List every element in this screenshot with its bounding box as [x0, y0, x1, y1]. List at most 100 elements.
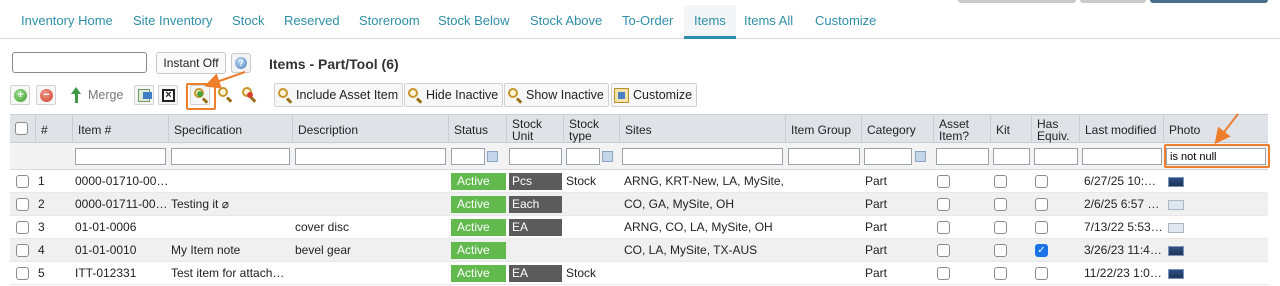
tab-inventory-home[interactable]: Inventory Home — [11, 5, 123, 39]
column-header-specification[interactable]: Specification — [169, 115, 293, 144]
column-header-item-group[interactable]: Item Group — [786, 115, 862, 144]
row-item-num[interactable]: 01-01-0010 — [75, 239, 167, 262]
asset-item-checkbox[interactable] — [937, 221, 950, 234]
row-item-num[interactable]: ITT-012331 — [75, 262, 167, 285]
photo-icon[interactable] — [1168, 177, 1184, 187]
kit-checkbox[interactable] — [994, 244, 1007, 257]
tab-site-inventory[interactable]: Site Inventory — [123, 5, 223, 39]
column-header-sites[interactable]: Sites — [620, 115, 786, 144]
photo-icon[interactable] — [1168, 223, 1184, 233]
column-header-stock-unit[interactable]: Stock Unit — [507, 115, 564, 144]
kit-checkbox[interactable] — [994, 267, 1007, 280]
search-clear-icon[interactable] — [215, 85, 235, 105]
row-checkbox[interactable] — [16, 244, 29, 257]
filter-stock-type[interactable] — [566, 148, 600, 165]
filter-last-modified[interactable] — [1082, 148, 1162, 165]
filter-stock-unit[interactable] — [509, 148, 562, 165]
remove-icon[interactable]: − — [36, 85, 56, 105]
asset-item-checkbox[interactable] — [937, 267, 950, 280]
table-row[interactable]: 1 0000-01710-00… Active Pcs Stock ARNG, … — [10, 170, 1268, 193]
column-header-item-num[interactable]: Item # — [73, 115, 169, 144]
show-inactive-button[interactable]: Show Inactive — [504, 83, 609, 107]
filter-picker-icon[interactable] — [487, 151, 498, 162]
column-header-category[interactable]: Category — [862, 115, 934, 144]
tab-stock[interactable]: Stock — [222, 5, 275, 39]
tab-to-order[interactable]: To-Order — [612, 5, 683, 39]
column-header-description[interactable]: Description — [293, 115, 449, 144]
tab-stock-above[interactable]: Stock Above — [520, 5, 612, 39]
tab-items[interactable]: Items — [684, 5, 736, 39]
tab-items-all[interactable]: Items All — [734, 5, 803, 39]
filter-picker-icon[interactable] — [915, 151, 926, 162]
search-icon — [277, 87, 293, 104]
row-item-num[interactable]: 0000-01711-00… — [75, 193, 167, 216]
kit-checkbox[interactable] — [994, 198, 1007, 211]
has-equiv-checkbox[interactable] — [1035, 221, 1048, 234]
row-item-num[interactable]: 0000-01710-00… — [75, 170, 167, 193]
merge-button[interactable]: Merge — [70, 83, 123, 107]
has-equiv-checkbox[interactable] — [1035, 198, 1048, 211]
asset-item-checkbox[interactable] — [937, 198, 950, 211]
filter-kit[interactable] — [993, 148, 1030, 165]
photo-icon[interactable] — [1168, 269, 1184, 279]
column-header-asset-item[interactable]: Asset Item? — [934, 115, 991, 144]
row-checkbox[interactable] — [16, 267, 29, 280]
filter-description[interactable] — [295, 148, 446, 165]
row-checkbox[interactable] — [16, 175, 29, 188]
has-equiv-checkbox[interactable] — [1035, 267, 1048, 280]
table-row[interactable]: 4 01-01-0010 My Item note bevel gear Act… — [10, 239, 1268, 262]
filter-sites[interactable] — [622, 148, 783, 165]
filter-specification[interactable] — [171, 148, 290, 165]
select-all-checkbox[interactable] — [15, 122, 28, 135]
instant-toggle-button[interactable]: Instant Off — [156, 52, 226, 74]
filter-item-group[interactable] — [788, 148, 860, 165]
table-row[interactable]: 5 ITT-012331 Test item for attach… Activ… — [10, 262, 1268, 285]
row-item-num[interactable]: 01-01-0006 — [75, 216, 167, 239]
column-header-stock-type[interactable]: Stock type — [564, 115, 620, 144]
search-remove-icon[interactable] — [239, 85, 259, 105]
tab-storeroom[interactable]: Storeroom — [349, 5, 430, 39]
table-row[interactable]: 3 01-01-0006 cover disc Active EA ARNG, … — [10, 216, 1268, 239]
column-header-num[interactable]: # — [36, 115, 73, 144]
column-header-last-modified[interactable]: Last modified — [1080, 115, 1164, 144]
tab-customize[interactable]: Customize — [805, 5, 886, 39]
kit-checkbox[interactable] — [994, 175, 1007, 188]
search-icon[interactable] — [190, 85, 210, 105]
photo-icon[interactable] — [1168, 200, 1184, 210]
asset-item-checkbox[interactable] — [937, 175, 950, 188]
filter-has-equiv[interactable] — [1034, 148, 1078, 165]
filter-asset-item[interactable] — [936, 148, 989, 165]
column-header-kit[interactable]: Kit — [991, 115, 1032, 144]
asset-item-checkbox[interactable] — [937, 244, 950, 257]
row-checkbox[interactable] — [16, 198, 29, 211]
quick-search-input[interactable] — [12, 52, 147, 73]
table-row[interactable]: 2 0000-01711-00… Testing it ⌀ Active Eac… — [10, 193, 1268, 216]
column-header-photo[interactable]: Photo — [1164, 115, 1268, 144]
kit-checkbox[interactable] — [994, 221, 1007, 234]
export-icon[interactable] — [134, 85, 154, 105]
has-equiv-checkbox[interactable]: ✓ — [1035, 244, 1048, 257]
row-description — [295, 262, 445, 285]
row-description: bevel gear — [295, 243, 352, 257]
filter-item-num[interactable] — [75, 148, 166, 165]
tab-reserved[interactable]: Reserved — [274, 5, 350, 39]
has-equiv-checkbox[interactable] — [1035, 175, 1048, 188]
column-header-has-equiv[interactable]: Has Equiv. — [1032, 115, 1080, 144]
filter-category[interactable] — [864, 148, 912, 165]
help-icon[interactable]: ? — [231, 53, 251, 73]
include-asset-item-button[interactable]: Include Asset Item — [274, 83, 404, 107]
unit-badge: EA — [509, 219, 562, 236]
photo-icon[interactable] — [1168, 246, 1184, 256]
add-icon[interactable]: + — [10, 85, 30, 105]
filter-status[interactable] — [451, 148, 485, 165]
filter-photo[interactable] — [1166, 148, 1266, 165]
tab-stock-below[interactable]: Stock Below — [428, 5, 520, 39]
clear-icon[interactable]: × — [158, 85, 178, 105]
hide-inactive-button[interactable]: Hide Inactive — [404, 83, 504, 107]
row-sites — [624, 262, 784, 285]
row-checkbox[interactable] — [16, 221, 29, 234]
customize-button[interactable]: Customize — [611, 83, 698, 107]
column-header-status[interactable]: Status — [449, 115, 507, 144]
filter-picker-icon[interactable] — [602, 151, 613, 162]
row-stock-type: Stock — [566, 174, 597, 188]
